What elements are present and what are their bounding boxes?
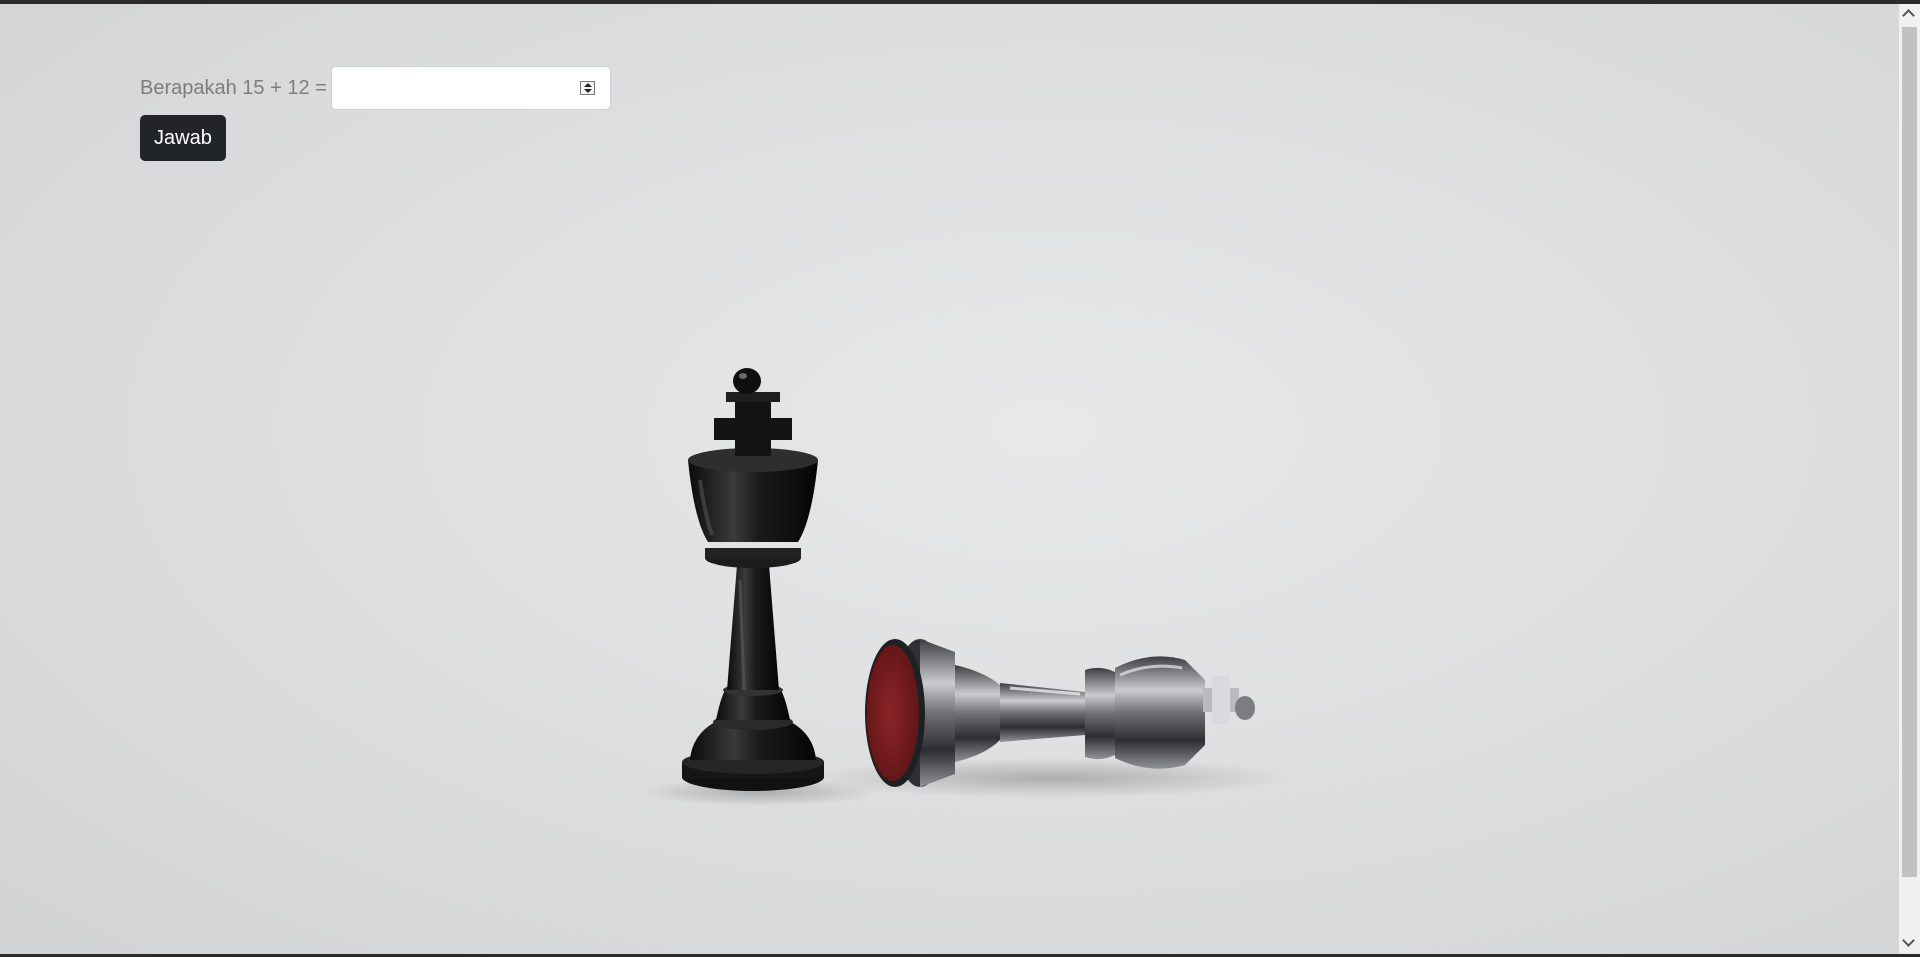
question-row: Berapakah 15 + 12 = [140, 65, 611, 111]
number-spinner-icon[interactable] [579, 81, 595, 95]
question-label: Berapakah 15 + 12 = [140, 76, 327, 99]
answer-field-wrapper [330, 66, 611, 110]
chevron-down-icon[interactable] [1902, 934, 1915, 947]
chevron-up-icon[interactable] [1902, 9, 1915, 22]
spinner-down-arrow-icon[interactable] [583, 89, 592, 93]
answer-number-input[interactable] [331, 67, 562, 109]
window-top-border [0, 0, 1920, 4]
standing-black-king [682, 368, 824, 791]
submit-answer-button[interactable]: Jawab [140, 115, 226, 161]
vertical-scrollbar[interactable] [1899, 4, 1920, 954]
spinner-up-arrow-icon[interactable] [583, 83, 592, 87]
scrollbar-thumb[interactable] [1902, 27, 1917, 877]
page-viewport: Berapakah 15 + 12 = Jawab [0, 0, 1899, 957]
quiz-form: Berapakah 15 + 12 = Jawab [140, 65, 611, 161]
